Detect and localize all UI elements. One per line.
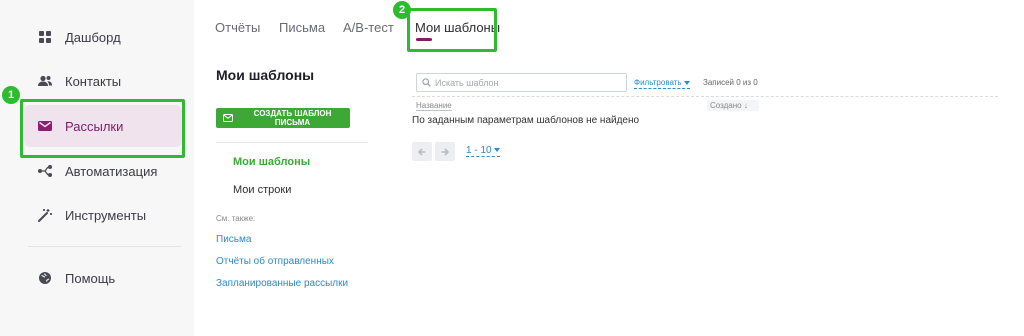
search-input[interactable] (435, 77, 615, 88)
prev-page-button[interactable] (412, 142, 432, 161)
arrow-right-icon (440, 147, 450, 157)
see-also-label: См. также: (216, 214, 256, 223)
tab-reports[interactable]: Отчёты (215, 20, 260, 35)
search-box (416, 73, 627, 92)
sidebar-item-tools[interactable]: Инструменты (24, 194, 182, 236)
arrow-left-icon (417, 147, 427, 157)
column-header-created[interactable]: Создано ↓ (707, 100, 759, 111)
toolbar-divider (412, 96, 998, 97)
page-title: Мои шаблоны (216, 67, 315, 83)
subnav-my-strings[interactable]: Мои строки (233, 184, 291, 196)
highlight-box-mailings (20, 99, 185, 158)
annotation-badge-2: 2 (393, 1, 411, 19)
empty-state-message: По заданным параметрам шаблонов не найде… (412, 115, 640, 126)
sidebar-item-dashboard[interactable]: Дашборд (24, 16, 182, 58)
sidebar-item-label: Автоматизация (65, 163, 158, 179)
magic-wand-icon (36, 206, 54, 224)
link-letters[interactable]: Письма (216, 234, 251, 245)
page-range-label: 1 - 10 (466, 145, 492, 156)
chevron-down-icon (493, 148, 500, 153)
sidebar-item-label: Контакты (65, 73, 122, 89)
filter-label: Фильтровать (634, 78, 682, 87)
sidebar: Дашборд Контакты Рассылки Автоматизация … (0, 0, 194, 336)
sidebar-item-contacts[interactable]: Контакты (24, 60, 182, 102)
sidebar-item-label: Дашборд (65, 29, 121, 45)
annotation-badge-1: 1 (2, 86, 20, 104)
chevron-down-icon (683, 80, 690, 85)
link-scheduled-mailings[interactable]: Запланированные рассылки (216, 278, 348, 289)
subnav-my-templates[interactable]: Мои шаблоны (233, 156, 310, 168)
link-sent-reports[interactable]: Отчёты об отправленных (216, 256, 334, 267)
sidebar-item-label: Инструменты (65, 207, 147, 223)
automation-icon (36, 162, 54, 180)
tab-letters[interactable]: Письма (279, 20, 325, 35)
sidebar-divider (28, 246, 182, 247)
subnav-divider (216, 142, 368, 143)
highlight-box-my-templates (407, 8, 497, 52)
sidebar-item-label: Помощь (65, 270, 116, 286)
help-globe-icon (36, 269, 54, 287)
envelope-icon (223, 114, 233, 122)
contacts-icon (36, 72, 54, 90)
records-count: Записей 0 из 0 (703, 78, 758, 87)
tab-ab-test[interactable]: A/B-тест (343, 20, 394, 35)
next-page-button[interactable] (435, 142, 455, 161)
dashboard-icon (36, 28, 54, 46)
filter-dropdown[interactable]: Фильтровать (634, 78, 690, 89)
create-template-button[interactable]: СОЗДАТЬ ШАБЛОН ПИСЬМА (216, 108, 350, 128)
sidebar-item-help[interactable]: Помощь (24, 257, 182, 299)
create-template-label: СОЗДАТЬ ШАБЛОН ПИСЬМА (253, 109, 332, 127)
page-size-dropdown[interactable]: 1 - 10 (466, 145, 500, 157)
search-icon (422, 78, 431, 87)
column-header-name[interactable]: Название (416, 101, 452, 111)
